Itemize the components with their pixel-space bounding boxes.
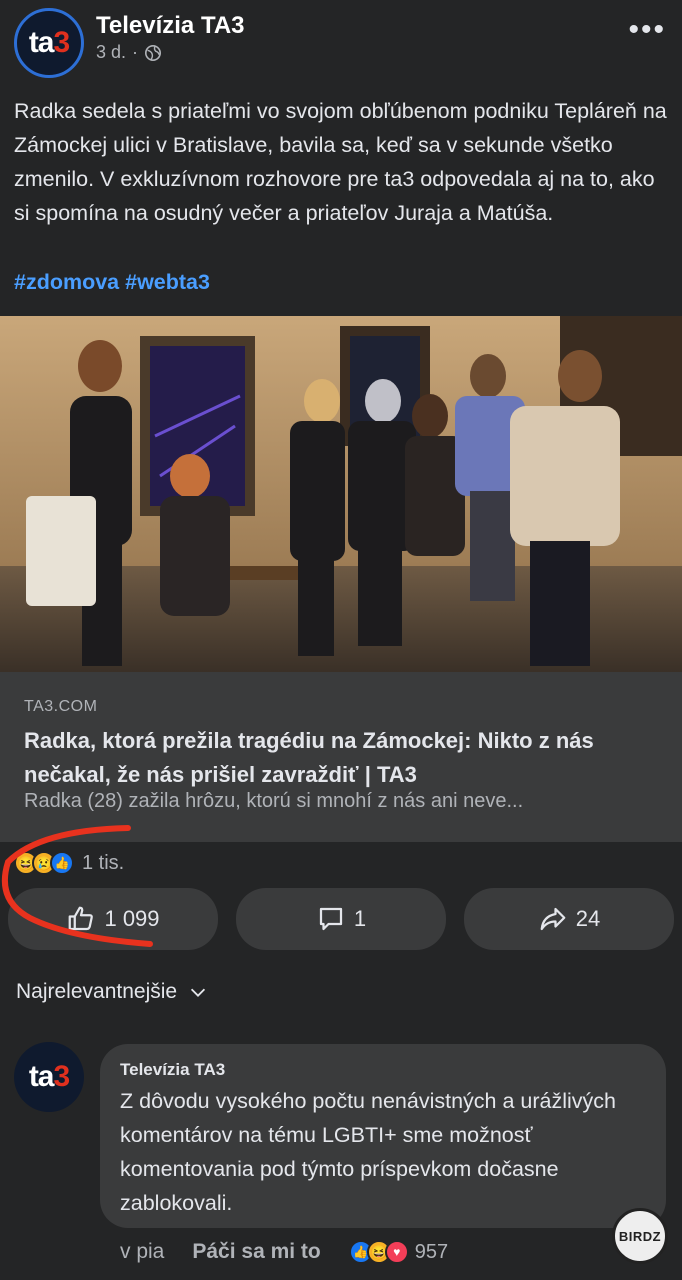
reactions-summary[interactable]: 😆 😢 👍 1 tis. bbox=[14, 848, 124, 878]
comment-text: Z dôvodu vysokého počtu nenávistných a u… bbox=[120, 1089, 616, 1215]
link-description: Radka (28) zažila hrôzu, ktorú si mnohí … bbox=[24, 790, 524, 812]
photo-illustration bbox=[0, 316, 682, 672]
comment-button[interactable]: 1 bbox=[236, 888, 446, 950]
post-time[interactable]: 3 d. bbox=[96, 42, 126, 63]
meta-separator: · bbox=[132, 42, 139, 62]
comment-time[interactable]: v pia bbox=[120, 1240, 164, 1264]
more-options-icon[interactable]: ••• bbox=[628, 15, 666, 45]
comment-reactions[interactable]: 👍 😆 ♥ 957 bbox=[348, 1240, 449, 1264]
share-button[interactable]: 24 bbox=[464, 888, 674, 950]
comment-count: 1 bbox=[353, 906, 367, 931]
sort-label: Najrelevantnejšie bbox=[16, 980, 178, 1003]
love-icon: ♥ bbox=[384, 1240, 409, 1264]
comment-icon bbox=[319, 907, 342, 931]
post-text: Radka sedela s priateľmi vo svojom obľúb… bbox=[14, 99, 667, 225]
link-title: Radka, ktorá prežila tragédiu na Zámocke… bbox=[24, 728, 594, 787]
comments-sort-dropdown[interactable]: Najrelevantnejšie bbox=[16, 980, 209, 1004]
post-header: ta3 Televízia TA3 3 d. · ••• bbox=[0, 0, 682, 86]
link-preview[interactable]: TA3.COM Radka, ktorá prežila tragédiu na… bbox=[0, 672, 682, 842]
chevron-down-icon bbox=[191, 988, 206, 997]
page-avatar[interactable]: ta3 bbox=[14, 8, 84, 78]
share-icon bbox=[540, 907, 566, 931]
comment-footer: v pia Páči sa mi to 👍 😆 ♥ 957 bbox=[120, 1240, 448, 1264]
page-avatar-logo: ta3 bbox=[28, 26, 70, 59]
watermark-logo: BIRDZ bbox=[612, 1208, 668, 1264]
post-hashtags[interactable]: #zdomova #webta3 bbox=[14, 270, 210, 295]
globe-icon bbox=[145, 44, 162, 61]
comment-avatar-logo: ta3 bbox=[28, 1060, 70, 1093]
comment-bubble: Televízia TA3 Z dôvodu vysokého počtu ne… bbox=[100, 1044, 666, 1228]
share-count: 24 bbox=[575, 906, 601, 931]
thumbs-up-icon bbox=[69, 906, 94, 931]
comment-like-button[interactable]: Páči sa mi to bbox=[192, 1240, 320, 1264]
post-meta: 3 d. · bbox=[96, 42, 162, 63]
post-photo[interactable] bbox=[0, 316, 682, 672]
like-button[interactable]: 1 099 bbox=[8, 888, 218, 950]
comment-avatar[interactable]: ta3 bbox=[14, 1042, 84, 1112]
like-count: 1 099 bbox=[104, 906, 160, 931]
reactions-count: 1 tis. bbox=[82, 851, 125, 874]
post-actions: 1 099 1 24 bbox=[8, 888, 674, 950]
comment-reaction-count: 957 bbox=[414, 1240, 449, 1263]
link-domain: TA3.COM bbox=[24, 698, 98, 715]
comment-author[interactable]: Televízia TA3 bbox=[120, 1060, 225, 1080]
like-icon: 👍 bbox=[50, 851, 74, 875]
page-name[interactable]: Televízia TA3 bbox=[96, 12, 245, 40]
